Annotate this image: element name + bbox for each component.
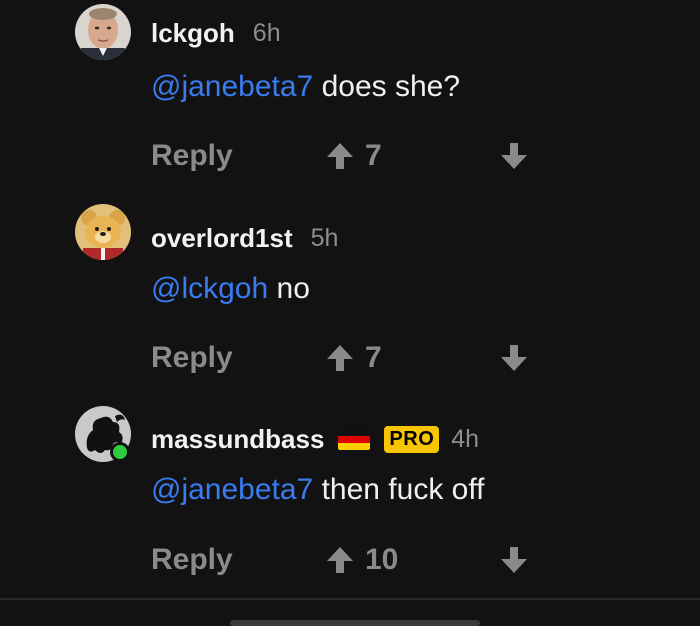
arrow-up-icon: [327, 547, 353, 573]
timestamp: 5h: [310, 224, 339, 252]
german-flag-icon: [338, 429, 371, 450]
arrow-down-icon: [501, 143, 527, 169]
arrow-down-icon: [501, 547, 527, 573]
downvote-button[interactable]: [499, 141, 529, 176]
downvote-button[interactable]: [499, 545, 529, 580]
online-status-indicator: [110, 442, 130, 462]
upvote-count: 7: [365, 341, 382, 374]
comment-header: lckgoh 6h: [151, 18, 281, 49]
comment-text: no: [268, 272, 310, 305]
comment-actions: Reply 10: [151, 543, 551, 583]
mention-link[interactable]: @janebeta7: [151, 70, 313, 103]
upvote-button[interactable]: 7: [325, 341, 382, 375]
upvote-count: 7: [365, 139, 382, 172]
arrow-up-icon: [327, 345, 353, 371]
upvote-count: 10: [365, 543, 399, 576]
comment-actions: Reply 7: [151, 139, 551, 179]
downvote-button[interactable]: [499, 343, 529, 378]
comment-text: does she?: [313, 70, 461, 103]
pro-badge: PRO: [384, 426, 440, 453]
comment-header: massundbass PRO 4h: [151, 424, 479, 455]
divider: [0, 598, 700, 600]
mention-link[interactable]: @janebeta7: [151, 473, 313, 506]
timestamp: 6h: [252, 19, 281, 47]
upvote-button[interactable]: 7: [325, 139, 382, 173]
comment-text: then fuck off: [313, 473, 485, 506]
avatar[interactable]: [75, 4, 131, 60]
comment-actions: Reply 7: [151, 341, 551, 381]
comment-header: overlord1st 5h: [151, 223, 338, 254]
username[interactable]: massundbass: [151, 424, 324, 455]
bear-avatar-icon: [75, 204, 131, 260]
username[interactable]: lckgoh: [151, 18, 235, 49]
comment-body: @janebeta7 does she?: [151, 70, 460, 104]
comment-body: @lckgoh no: [151, 272, 310, 306]
arrow-up-icon: [327, 143, 353, 169]
reply-button[interactable]: Reply: [151, 139, 233, 173]
home-indicator[interactable]: [230, 620, 480, 626]
reply-button[interactable]: Reply: [151, 341, 233, 375]
timestamp: 4h: [451, 425, 480, 453]
reply-button[interactable]: Reply: [151, 543, 233, 577]
portrait-avatar-icon: [75, 4, 131, 60]
avatar[interactable]: [75, 406, 131, 462]
comment-body: @janebeta7 then fuck off: [151, 473, 484, 507]
username[interactable]: overlord1st: [151, 223, 293, 254]
avatar[interactable]: [75, 204, 131, 260]
arrow-down-icon: [501, 345, 527, 371]
upvote-button[interactable]: 10: [325, 543, 398, 577]
mention-link[interactable]: @lckgoh: [151, 272, 268, 305]
